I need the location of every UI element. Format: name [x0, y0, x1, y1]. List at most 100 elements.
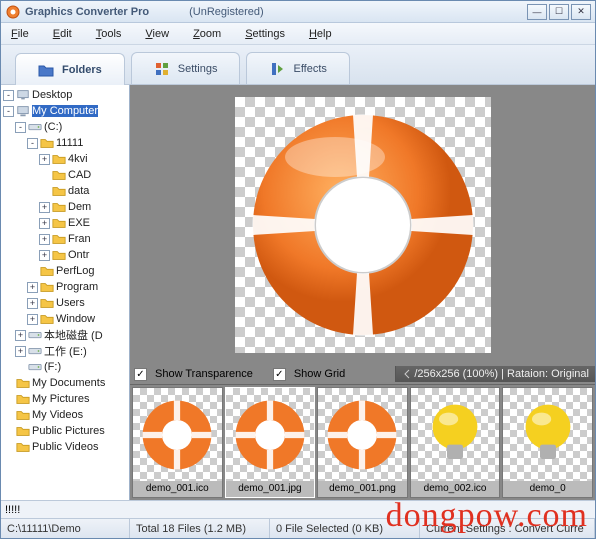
folder-icon [52, 248, 66, 262]
thumbnail[interactable]: demo_001.jpg [225, 387, 316, 498]
tab-label: Effects [293, 63, 326, 75]
tree-node[interactable]: data [1, 183, 129, 199]
folder-icon [40, 280, 54, 294]
app-window: Graphics Converter Pro (UnRegistered) — … [0, 0, 596, 539]
collapse-icon[interactable]: - [3, 106, 14, 117]
computer-icon [16, 104, 30, 118]
tree-label: data [68, 185, 89, 197]
content-pane: Show Transparence Show Grid /256x256 (10… [130, 85, 595, 500]
maximize-button[interactable]: ☐ [549, 4, 569, 20]
app-title-suffix: (UnRegistered) [189, 6, 264, 18]
drive-icon [28, 360, 42, 374]
tree-spacer [3, 442, 14, 453]
tree-node[interactable]: My Documents [1, 375, 129, 391]
collapse-icon[interactable]: - [27, 138, 38, 149]
menu-help[interactable]: Help [309, 28, 332, 40]
menu-edit[interactable]: Edit [53, 28, 72, 40]
show-transparence-checkbox[interactable] [134, 368, 147, 381]
thumbnail[interactable]: demo_0 [502, 387, 593, 498]
tree-node[interactable]: - (C:) [1, 119, 129, 135]
lifebuoy-icon [318, 388, 407, 481]
menu-tools[interactable]: Tools [96, 28, 122, 40]
tree-node[interactable]: - Desktop [1, 87, 129, 103]
folder-icon [52, 216, 66, 230]
tree-node[interactable]: +Ontr [1, 247, 129, 263]
tree-label: Users [56, 297, 85, 309]
show-grid-checkbox[interactable] [273, 368, 286, 381]
expand-icon[interactable]: + [27, 298, 38, 309]
tab-folders[interactable]: Folders [15, 53, 125, 85]
thumbnail-caption: demo_001.ico [133, 481, 222, 497]
tabs-bar: Folders Settings Effects [1, 45, 595, 85]
expand-icon[interactable]: + [39, 218, 50, 229]
tree-node[interactable]: (F:) [1, 359, 129, 375]
tree-node[interactable]: + 本地磁盘 (D [1, 327, 129, 343]
tree-node[interactable]: + EXE [1, 215, 129, 231]
tree-spacer [39, 186, 50, 197]
tree-node[interactable]: +Dem [1, 199, 129, 215]
folder-tree[interactable]: -Desktop-My Computer-(C:)-11111+4kvi CAD… [1, 85, 130, 500]
tree-label: 4kvi [68, 153, 88, 165]
tree-node[interactable]: + Users [1, 295, 129, 311]
app-title: Graphics Converter Pro [25, 6, 149, 18]
tree-node[interactable]: +Window [1, 311, 129, 327]
thumbnail[interactable]: demo_001.ico [132, 387, 223, 498]
tree-node[interactable]: PerfLog [1, 263, 129, 279]
tree-spacer [3, 410, 14, 421]
status-selected: 0 File Selected (0 KB) [270, 519, 420, 538]
tree-node[interactable]: +工作 (E:) [1, 343, 129, 359]
thumbnail[interactable]: demo_002.ico [410, 387, 501, 498]
menu-settings[interactable]: Settings [245, 28, 285, 40]
chevron-left-icon[interactable] [402, 369, 412, 379]
thumbnail[interactable]: demo_001.png [317, 387, 408, 498]
tree-node[interactable]: +Fran [1, 231, 129, 247]
tree-node[interactable]: -11111 [1, 135, 129, 151]
tree-label: (C:) [44, 121, 62, 133]
expand-icon[interactable]: + [27, 282, 38, 293]
tree-node[interactable]: Public Videos [1, 439, 129, 455]
thumbnail-caption: demo_0 [503, 481, 592, 497]
settings-icon [154, 61, 170, 77]
expand-icon[interactable]: + [39, 154, 50, 165]
tree-label: CAD [68, 169, 91, 181]
tree-label: Desktop [32, 89, 72, 101]
expand-icon[interactable]: + [15, 330, 26, 341]
thumbnail-strip[interactable]: demo_001.icodemo_001.jpgdemo_001.pngdemo… [130, 384, 595, 500]
preview-area[interactable] [130, 85, 595, 364]
tree-node[interactable]: My Pictures [1, 391, 129, 407]
show-grid-label: Show Grid [294, 368, 345, 380]
expand-icon[interactable]: + [15, 346, 26, 357]
menu-file[interactable]: File [11, 28, 29, 40]
tree-node[interactable]: Public Pictures [1, 423, 129, 439]
folder-icon [52, 184, 66, 198]
tab-settings[interactable]: Settings [131, 52, 241, 84]
tree-node[interactable]: +Program [1, 279, 129, 295]
tree-label: 本地磁盘 (D [44, 327, 103, 343]
collapse-icon[interactable]: - [3, 90, 14, 101]
lightbulb-icon [503, 388, 592, 481]
folder-icon [16, 424, 30, 438]
tree-node[interactable]: +4kvi [1, 151, 129, 167]
expand-icon[interactable]: + [39, 202, 50, 213]
tree-node[interactable]: My Videos [1, 407, 129, 423]
expand-icon[interactable]: + [39, 250, 50, 261]
folder-icon [16, 408, 30, 422]
tree-spacer [3, 378, 14, 389]
tree-label: EXE [68, 217, 90, 229]
tree-node[interactable]: -My Computer [1, 103, 129, 119]
titlebar[interactable]: Graphics Converter Pro (UnRegistered) — … [1, 1, 595, 23]
expand-icon[interactable]: + [39, 234, 50, 245]
status-bar: C:\11111\Demo Total 18 Files (1.2 MB) 0 … [1, 518, 595, 538]
menu-view[interactable]: View [145, 28, 169, 40]
tree-label: Public Pictures [32, 425, 105, 437]
tab-effects[interactable]: Effects [246, 52, 349, 84]
menu-zoom[interactable]: Zoom [193, 28, 221, 40]
lifebuoy-icon [226, 388, 315, 481]
close-button[interactable]: ✕ [571, 4, 591, 20]
folder-icon [40, 136, 54, 150]
effects-icon [269, 61, 285, 77]
collapse-icon[interactable]: - [15, 122, 26, 133]
minimize-button[interactable]: — [527, 4, 547, 20]
tree-node[interactable]: CAD [1, 167, 129, 183]
expand-icon[interactable]: + [27, 314, 38, 325]
